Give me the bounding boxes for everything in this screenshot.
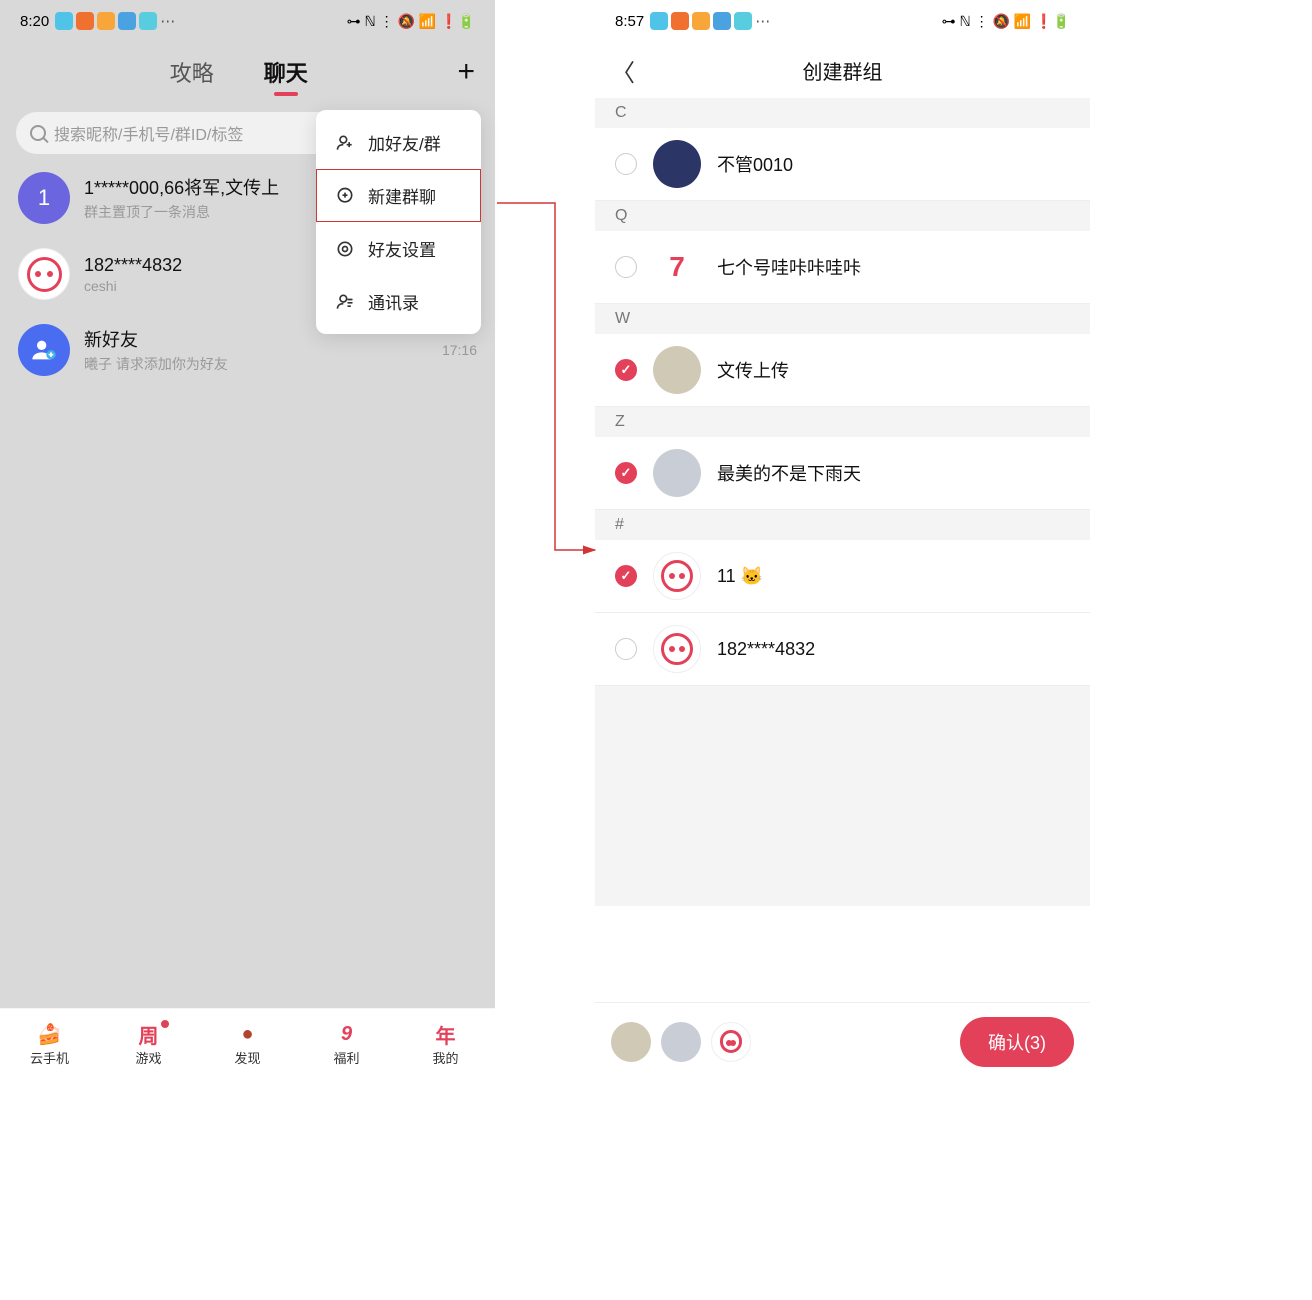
selected-avatar[interactable]: [611, 1022, 651, 1062]
nav-games[interactable]: 周游戏: [99, 1009, 198, 1080]
nav-mine[interactable]: 年我的: [396, 1009, 495, 1080]
avatar: [653, 140, 701, 188]
right-screen: 8:57 ⋯ ⊶ ℕ ⋮ 🔕 📶 ❗🔋 〈 创建群组 C 不管0010 Q 7: [595, 0, 1090, 1080]
icon-diamond: [55, 12, 73, 30]
contact-row[interactable]: 最美的不是下雨天: [595, 437, 1090, 510]
nav-icon: 🍰: [36, 1022, 64, 1046]
nav-icon: 9: [333, 1022, 361, 1046]
checkbox-checked[interactable]: [615, 359, 637, 381]
empty-area: [595, 686, 1090, 906]
avatar: 7: [653, 243, 701, 291]
contact-name: 七个号哇咔咔哇咔: [717, 254, 861, 280]
contact-name: 文传上传: [717, 357, 789, 383]
top-tabs: 攻略 聊天 +: [0, 42, 495, 102]
contact-row[interactable]: 7 七个号哇咔咔哇咔: [595, 231, 1090, 304]
chat-plus-icon: [334, 185, 356, 207]
page-title: 创建群组: [641, 56, 1044, 85]
selection-footer: 确认(3): [595, 1002, 1090, 1080]
icon-more: ⋯: [755, 12, 770, 30]
checkbox-checked[interactable]: [615, 565, 637, 587]
chat-subtitle: 曦子 请求添加你为好友: [84, 354, 428, 374]
section-letter: Z: [595, 407, 1090, 437]
contact-name: 不管0010: [717, 151, 793, 177]
avatar: [653, 625, 701, 673]
page-header: 〈 创建群组: [595, 42, 1090, 98]
icon-app-orange: [671, 12, 689, 30]
dropdown-label: 好友设置: [368, 236, 436, 261]
section-letter: C: [595, 98, 1090, 128]
nav-discover[interactable]: ●发现: [198, 1009, 297, 1080]
confirm-button[interactable]: 确认(3): [960, 1017, 1074, 1067]
search-placeholder: 搜索昵称/手机号/群ID/标签: [54, 121, 243, 145]
chat-time: 17:16: [442, 342, 477, 358]
icon-more: ⋯: [160, 12, 175, 30]
nav-cloud-phone[interactable]: 🍰云手机: [0, 1009, 99, 1080]
contact-row[interactable]: 不管0010: [595, 128, 1090, 201]
checkbox[interactable]: [615, 153, 637, 175]
status-right-icons: ⊶ ℕ ⋮ 🔕 📶 ❗🔋: [347, 13, 475, 30]
contact-name: 11 🐱: [717, 566, 763, 587]
contact-row[interactable]: 182****4832: [595, 613, 1090, 686]
nav-icon: ●: [234, 1022, 262, 1046]
selected-avatar[interactable]: [661, 1022, 701, 1062]
section-letter: W: [595, 304, 1090, 334]
section-letter: #: [595, 510, 1090, 540]
icon-diamond: [650, 12, 668, 30]
dropdown-new-group-chat[interactable]: 新建群聊: [316, 169, 481, 222]
search-icon: [30, 125, 46, 141]
icon-cyan: [139, 12, 157, 30]
flow-arrow: [495, 195, 605, 565]
status-bar: 8:57 ⋯ ⊶ ℕ ⋮ 🔕 📶 ❗🔋: [595, 0, 1090, 42]
badge-dot: [161, 1020, 169, 1028]
icon-book: [118, 12, 136, 30]
tab-strategy[interactable]: 攻略: [170, 56, 214, 88]
contacts-icon: [334, 291, 356, 313]
person-plus-icon: [334, 132, 356, 154]
nav-icon: 年: [432, 1022, 460, 1046]
plus-dropdown: 加好友/群 新建群聊 好友设置 通讯录: [316, 110, 481, 334]
section-letter: Q: [595, 201, 1090, 231]
dropdown-contacts[interactable]: 通讯录: [316, 275, 481, 328]
selected-avatar[interactable]: [711, 1022, 751, 1062]
icon-app-orange: [76, 12, 94, 30]
status-app-icons: ⋯: [650, 12, 770, 30]
icon-play: [692, 12, 710, 30]
contact-row[interactable]: 文传上传: [595, 334, 1090, 407]
status-time: 8:20: [20, 13, 49, 30]
left-screen: 8:20 ⋯ ⊶ ℕ ⋮ 🔕 📶 ❗🔋 攻略 聊天 + 搜索昵称/手机号/群ID…: [0, 0, 495, 1080]
dropdown-label: 通讯录: [368, 289, 419, 314]
bottom-nav: 🍰云手机 周游戏 ●发现 9福利 年我的: [0, 1008, 495, 1080]
status-bar: 8:20 ⋯ ⊶ ℕ ⋮ 🔕 📶 ❗🔋: [0, 0, 495, 42]
checkbox[interactable]: [615, 638, 637, 660]
gear-icon: [334, 238, 356, 260]
contact-row[interactable]: 11 🐱: [595, 540, 1090, 613]
dropdown-friend-settings[interactable]: 好友设置: [316, 222, 481, 275]
avatar: [18, 324, 70, 376]
dropdown-add-friend[interactable]: 加好友/群: [316, 116, 481, 169]
tab-chat[interactable]: 聊天: [264, 56, 308, 88]
avatar: [653, 552, 701, 600]
nav-icon: 周: [135, 1022, 163, 1046]
status-right-icons: ⊶ ℕ ⋮ 🔕 📶 ❗🔋: [942, 13, 1070, 30]
contact-sections: C 不管0010 Q 7 七个号哇咔咔哇咔 W 文传上传 Z 最美的不是下雨天 …: [595, 98, 1090, 906]
avatar: [653, 449, 701, 497]
back-button[interactable]: 〈: [611, 53, 641, 88]
contact-name: 182****4832: [717, 639, 815, 660]
status-time: 8:57: [615, 13, 644, 30]
plus-button[interactable]: +: [457, 55, 475, 89]
contact-name: 最美的不是下雨天: [717, 460, 861, 486]
icon-book: [713, 12, 731, 30]
checkbox[interactable]: [615, 256, 637, 278]
nav-benefits[interactable]: 9福利: [297, 1009, 396, 1080]
avatar: [653, 346, 701, 394]
checkbox-checked[interactable]: [615, 462, 637, 484]
dropdown-label: 加好友/群: [368, 130, 441, 155]
icon-play: [97, 12, 115, 30]
avatar: [18, 248, 70, 300]
dropdown-label: 新建群聊: [368, 183, 436, 208]
icon-cyan: [734, 12, 752, 30]
status-app-icons: ⋯: [55, 12, 175, 30]
avatar: 1: [18, 172, 70, 224]
